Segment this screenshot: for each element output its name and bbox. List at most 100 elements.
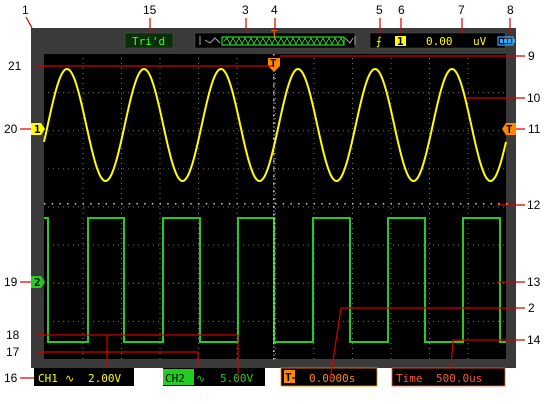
trigger-level-unit: uV (473, 35, 487, 48)
graticule-dot (390, 133, 392, 134)
graticule-dot (121, 193, 122, 194)
graticule-dot (323, 320, 324, 322)
graticule-dot (278, 320, 279, 322)
graticule-dot (113, 282, 114, 284)
graticule-dot (378, 168, 379, 170)
graticule-dot (413, 168, 414, 170)
graticule-dot (93, 244, 94, 246)
graticule-dot (159, 238, 161, 239)
graticule-dot (413, 92, 414, 94)
graticule-dot (433, 206, 434, 208)
graticule-dot (82, 358, 84, 359)
graticule-dot (378, 92, 379, 94)
callout-9: 9 (528, 49, 535, 63)
graticule-dot (383, 244, 384, 246)
graticule-dot (198, 198, 199, 199)
graticule-dot (429, 213, 430, 214)
graticule-dot (275, 223, 276, 224)
graticule-dot (73, 92, 74, 94)
graticule-dot (198, 268, 199, 269)
graticule-dot (190, 203, 192, 205)
graticule-dot (82, 88, 84, 89)
graticule-dot (108, 282, 109, 284)
graticule-dot (288, 282, 289, 284)
graticule-dot (178, 206, 179, 208)
graticule-dot (48, 130, 49, 132)
graticule-dot (218, 282, 219, 284)
graticule-dot (67, 203, 69, 205)
graticule-dot (352, 78, 353, 79)
graticule-dot (182, 203, 185, 205)
graticule-dot (344, 203, 346, 205)
graticule-dot (88, 92, 89, 94)
graticule-dot (208, 244, 209, 246)
graticule-dot (503, 206, 504, 208)
graticule-dot (198, 348, 199, 349)
graticule-dot (467, 143, 469, 144)
graticule-dot (390, 303, 392, 304)
graticule-dot (467, 298, 469, 299)
graticule-dot (159, 208, 161, 209)
graticule-dot (248, 168, 249, 170)
ch1-coupling-icon: ∿ (65, 372, 74, 385)
callout-13: 13 (527, 275, 541, 289)
graticule-dot (58, 130, 59, 132)
graticule-dot (493, 320, 494, 322)
graticule-dot (352, 273, 353, 274)
graticule-dot (121, 163, 122, 164)
graticule-dot (453, 130, 454, 132)
graticule-dot (429, 153, 430, 154)
graticule-dot (463, 206, 464, 208)
graticule-dot (198, 148, 199, 149)
graticule-dot (388, 92, 389, 94)
graticule-dot (352, 263, 353, 264)
graticule-dot (193, 206, 194, 208)
graticule-dot (467, 243, 469, 244)
graticule-dot (275, 78, 276, 79)
graticule-dot (159, 323, 161, 324)
graticule-dot (123, 168, 124, 170)
graticule-dot (82, 123, 84, 124)
graticule-dot (478, 130, 479, 132)
graticule-dot (408, 168, 409, 170)
graticule-dot (378, 130, 379, 132)
graticule-dot (293, 320, 294, 322)
graticule-dot (313, 118, 315, 119)
graticule-dot (298, 320, 299, 322)
graticule-dot (68, 92, 69, 94)
graticule-dot (352, 203, 354, 205)
graticule-dot (121, 88, 122, 89)
graticule-dot (218, 244, 219, 246)
graticule-dot (423, 320, 424, 322)
graticule-dot (198, 208, 199, 209)
graticule-dot (393, 282, 394, 284)
graticule-dot (390, 213, 392, 214)
graticule-dot (275, 193, 276, 194)
graticule-dot (121, 328, 122, 329)
graticule-dot (238, 206, 239, 208)
graticule-dot (352, 123, 353, 124)
graticule-dot (198, 233, 199, 234)
graticule-dot (198, 188, 199, 189)
graticule-dot (429, 268, 430, 269)
graticule-dot (352, 158, 353, 159)
graticule-dot (493, 206, 494, 208)
graticule-dot (93, 206, 94, 208)
graticule-dot (390, 343, 392, 344)
graticule-dot (429, 128, 430, 129)
graticule-dot (373, 206, 374, 208)
graticule-dot (121, 263, 122, 264)
graticule-dot (90, 203, 92, 205)
graticule-dot (82, 138, 84, 139)
graticule-dot (236, 138, 238, 139)
graticule-dot (78, 282, 79, 284)
graticule-dot (83, 282, 84, 284)
graticule-dot (353, 282, 354, 284)
graticule-dot (198, 320, 199, 322)
graticule-dot (408, 282, 409, 284)
graticule-dot (343, 92, 344, 94)
graticule-dot (238, 130, 239, 132)
graticule-dot (363, 206, 364, 208)
graticule-dot (233, 320, 234, 322)
graticule-dot (363, 244, 364, 246)
